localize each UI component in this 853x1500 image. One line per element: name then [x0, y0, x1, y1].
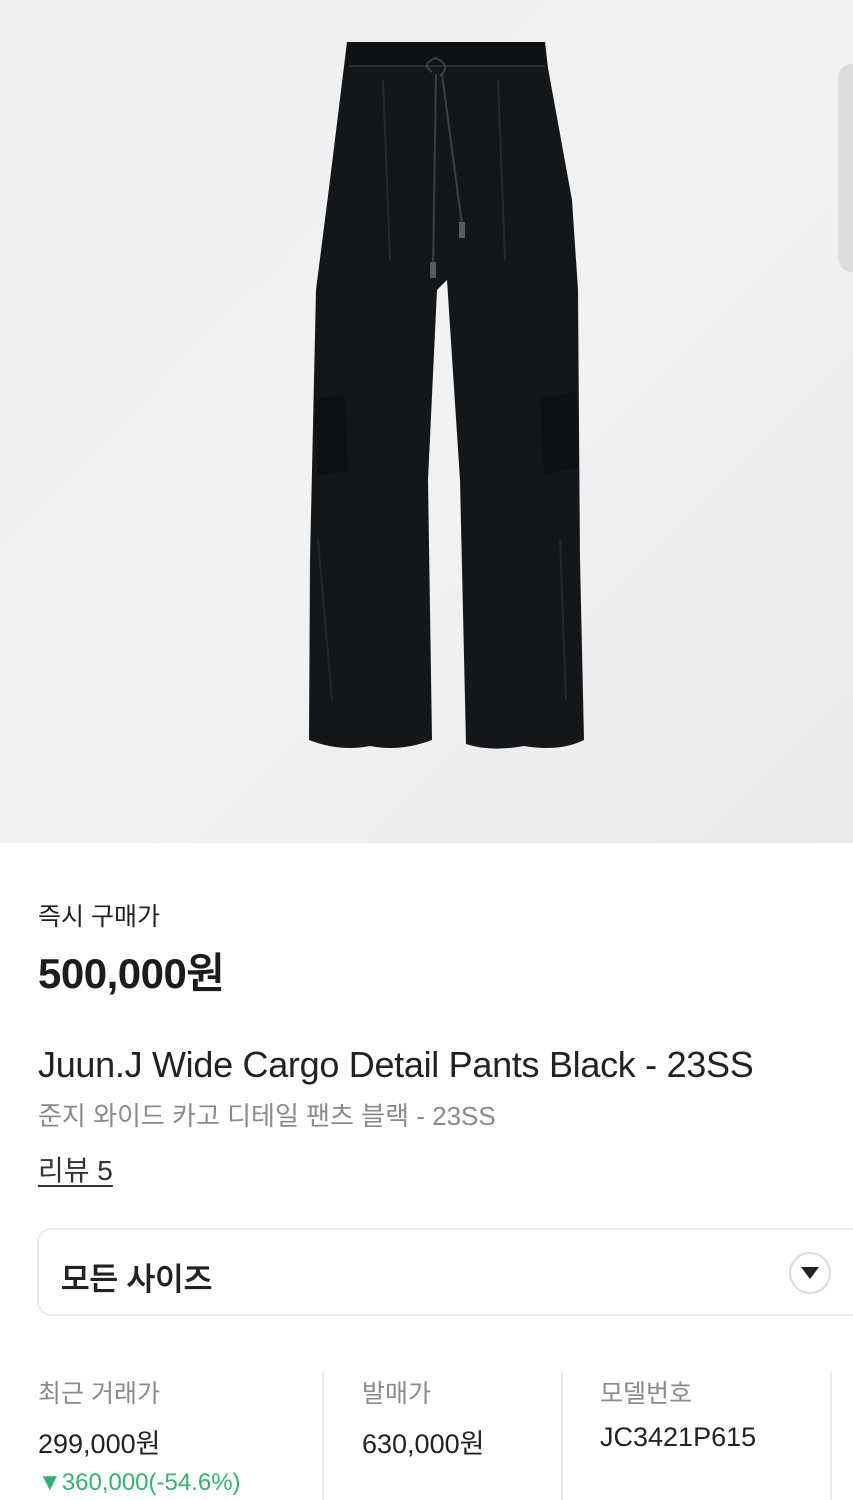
model-number-label: 모델번호: [600, 1380, 693, 1408]
product-title-ko: 준지 와이드 카고 디테일 팬츠 블랙 - 23SS: [38, 1101, 496, 1131]
info-divider: [830, 1372, 832, 1500]
instant-buy-price: 500,000원: [38, 950, 225, 997]
chevron-down-icon: [801, 1267, 819, 1279]
release-price-label: 발매가: [362, 1380, 432, 1408]
recent-trade-label: 최근 거래가: [38, 1380, 160, 1408]
price-change: ▼360,000(-54.6%): [38, 1469, 241, 1496]
image-scroll-handle[interactable]: [838, 64, 853, 272]
recent-trade-info: 최근 거래가 299,000원 ▼360,000(-54.6%): [38, 1374, 241, 1497]
dropdown-button[interactable]: [789, 1252, 831, 1294]
instant-buy-label: 즉시 구매가: [38, 903, 160, 931]
size-selector[interactable]: 모든 사이즈: [37, 1228, 853, 1316]
model-number-info: 모델번호 JC3421P615: [600, 1374, 756, 1453]
pants-silhouette: [309, 42, 584, 749]
info-divider: [322, 1372, 324, 1500]
release-price-info: 발매가 630,000원: [362, 1374, 484, 1461]
product-title-en: Juun.J Wide Cargo Detail Pants Black - 2…: [38, 1044, 754, 1085]
product-image: [309, 42, 584, 749]
info-divider: [561, 1372, 563, 1500]
model-number-value: JC3421P615: [600, 1422, 757, 1452]
review-link[interactable]: 리뷰 5: [38, 1149, 113, 1189]
release-price-value: 630,000원: [362, 1429, 485, 1459]
product-image-area[interactable]: [0, 0, 853, 843]
size-selector-label: 모든 사이즈: [61, 1262, 213, 1297]
recent-trade-price: 299,000원: [38, 1429, 161, 1459]
